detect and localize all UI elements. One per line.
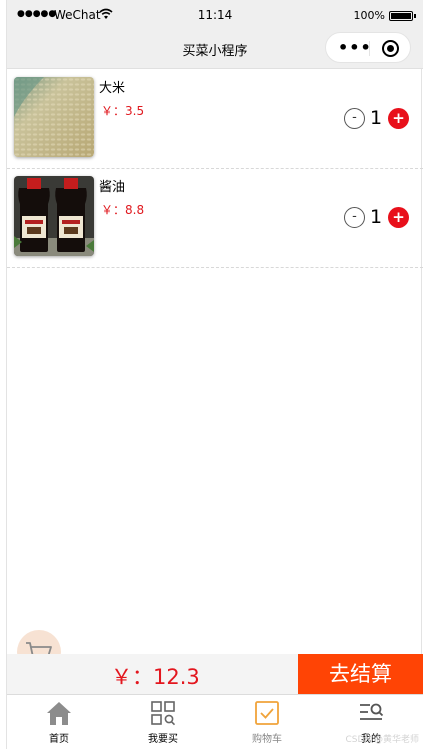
watermark-text: CSDN @黄华老师	[345, 735, 419, 745]
more-button[interactable]: •••	[338, 40, 372, 56]
tab-cart[interactable]: 购物车	[215, 695, 319, 749]
battery-icon	[389, 11, 416, 21]
tab-buy[interactable]: 我要买	[111, 695, 215, 749]
quantity-value: 1	[370, 206, 383, 228]
checkbox-icon	[255, 701, 279, 725]
cart-item-soy-sauce: 酱油 ￥：8.8 - 1 +	[7, 169, 423, 268]
quantity-stepper: - 1 +	[344, 206, 414, 229]
rice-thumbnail	[14, 77, 94, 157]
decrease-button[interactable]: -	[344, 207, 365, 228]
grid-search-icon	[151, 701, 176, 726]
item-price: ￥：8.8	[101, 203, 145, 217]
increase-button[interactable]: +	[388, 207, 409, 228]
increase-button[interactable]: +	[388, 108, 409, 129]
rice-photo	[14, 77, 94, 157]
quantity-stepper: - 1 +	[344, 107, 414, 130]
tab-bar: 首页 我要买 购物车 我的 CSDN @黄华老师	[7, 694, 423, 749]
checkout-bar: ￥：12.3 去结算	[7, 654, 423, 694]
tab-label: 购物车	[252, 734, 282, 745]
checkout-button[interactable]: 去结算	[298, 654, 423, 694]
tab-home[interactable]: 首页	[7, 695, 111, 749]
capsule-divider	[369, 41, 370, 56]
total-price: ￥：12.3	[111, 665, 200, 689]
soy-sauce-photo	[14, 176, 94, 256]
tab-label: 首页	[49, 734, 69, 745]
home-icon	[47, 702, 71, 725]
item-price: ￥：3.5	[101, 104, 145, 118]
quantity-value: 1	[370, 107, 383, 129]
menu-capsule: •••	[325, 32, 411, 63]
nav-bar: 买菜小程序 •••	[7, 28, 423, 69]
item-name: 酱油	[99, 180, 126, 195]
decrease-button[interactable]: -	[344, 108, 365, 129]
phone-screen: ●●●●● WeChat 11:14 100% 买菜小程序 ••• 大米 ￥：3…	[6, 0, 423, 749]
item-name: 大米	[99, 81, 126, 96]
status-bar: ●●●●● WeChat 11:14 100%	[7, 0, 423, 28]
cart-list: 大米 ￥：3.5 - 1 + 酱油 ￥：8.8 - 1 +	[7, 70, 423, 268]
close-miniprogram-button[interactable]	[382, 40, 399, 57]
tab-label: 我要买	[148, 734, 178, 745]
battery-percent: 100%	[353, 9, 385, 22]
menu-search-icon	[360, 703, 384, 720]
cart-item-rice: 大米 ￥：3.5 - 1 +	[7, 70, 423, 169]
soy-sauce-thumbnail	[14, 176, 94, 256]
